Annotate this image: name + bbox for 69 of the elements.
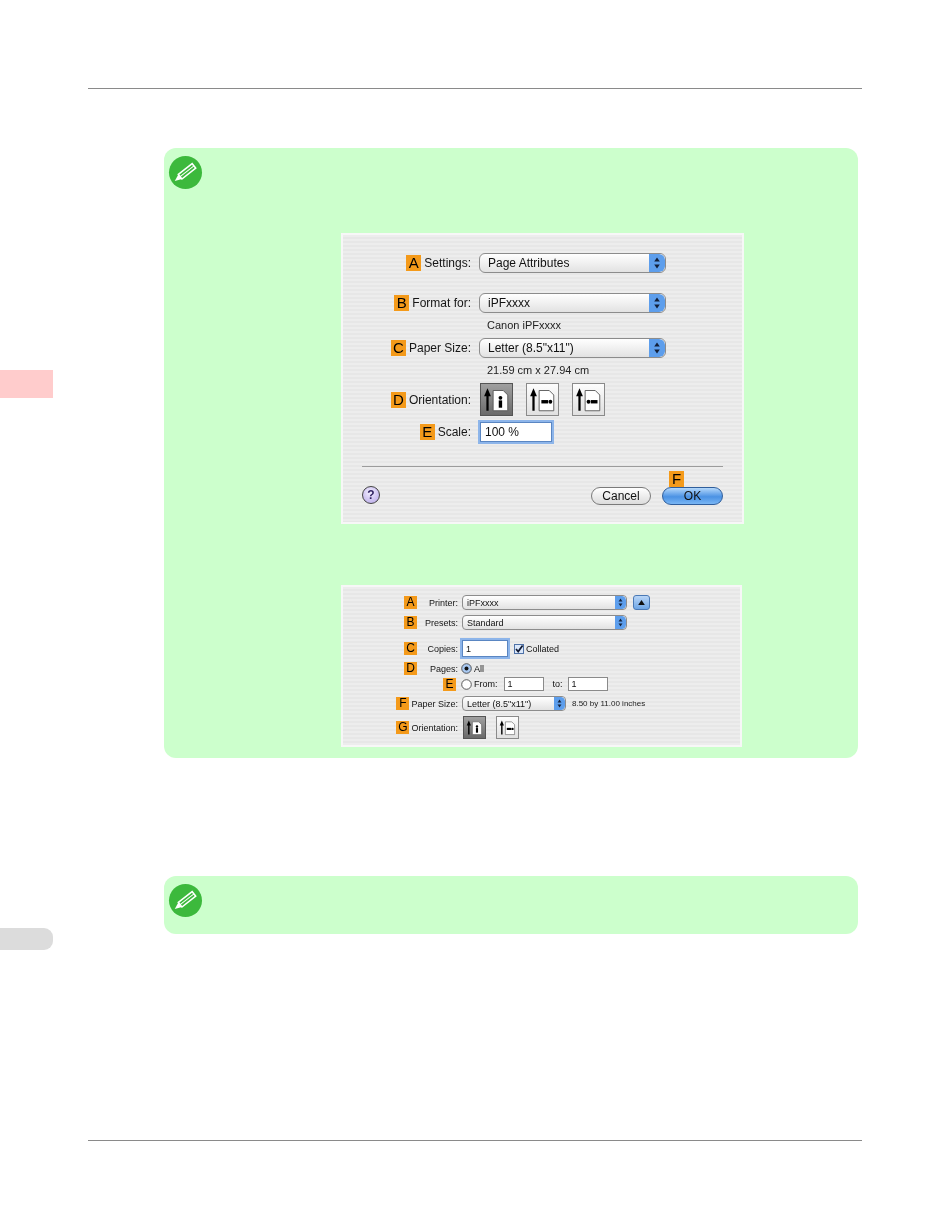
callout-label: B — [394, 295, 410, 311]
callout-label: G — [396, 721, 410, 734]
landscape-orientation-icon — [529, 386, 556, 413]
field-label: Paper Size: — [411, 698, 458, 709]
pencil-icon — [168, 883, 203, 918]
dropdown[interactable]: iPFxxxx — [479, 293, 666, 313]
field-label: Scale: — [437, 425, 471, 439]
field-label: Settings: — [424, 256, 471, 270]
portrait-orientation-icon — [466, 719, 483, 736]
text-field[interactable]: 100 % — [480, 422, 552, 442]
callout-label: A — [404, 596, 417, 609]
stepper-icon — [649, 254, 665, 272]
help-button[interactable]: ? — [362, 486, 380, 504]
helper-text: 8.50 by 11.00 inches — [572, 699, 646, 708]
radio-label: From: — [474, 679, 498, 689]
orientation-button[interactable] — [463, 716, 486, 739]
callout-label: D — [404, 662, 417, 675]
text-field[interactable]: 1 — [462, 640, 508, 657]
section-marker — [0, 370, 53, 398]
callout-label: B — [404, 616, 417, 629]
field-label: Copies: — [426, 643, 458, 654]
callout-label: E — [419, 424, 435, 440]
text-field[interactable]: 1 — [567, 677, 608, 691]
radio-button[interactable] — [461, 663, 472, 674]
callout-label: F — [396, 697, 410, 710]
callout-label: E — [443, 677, 456, 691]
field-label: Printer: — [428, 597, 458, 608]
helper-text: Canon iPFxxxx — [487, 318, 561, 332]
field-label: Orientation: — [408, 392, 471, 407]
field-label: Pages: — [428, 663, 458, 674]
landscape-orientation-icon — [499, 719, 516, 736]
text-field[interactable]: 1 — [503, 677, 544, 691]
field-label: to: — [552, 679, 563, 689]
field-label: Orientation: — [411, 722, 458, 733]
page-marker — [0, 928, 53, 950]
stepper-icon — [615, 596, 626, 609]
dropdown[interactable]: Letter (8.5"x11") — [479, 338, 666, 358]
disclosure-button[interactable] — [633, 595, 650, 610]
orientation-button[interactable] — [526, 383, 559, 416]
dropdown[interactable]: Page Attributes — [479, 253, 666, 273]
stepper-icon — [649, 294, 665, 312]
dropdown[interactable]: Letter (8.5"x11") — [462, 696, 566, 711]
callout-label: C — [404, 642, 417, 655]
stepper-icon — [615, 616, 626, 629]
radio-button[interactable] — [461, 678, 472, 690]
field-label: Presets: — [424, 617, 458, 628]
orientation-button[interactable] — [496, 716, 519, 739]
checkbox[interactable] — [514, 643, 524, 654]
orientation-button[interactable] — [480, 383, 513, 416]
field-label: Format for: — [412, 296, 471, 310]
callout-label: A — [406, 255, 422, 271]
dialog-button[interactable]: Cancel — [591, 487, 651, 505]
radio-label: All — [474, 663, 484, 674]
orientation-button[interactable] — [572, 383, 605, 416]
stepper-icon — [554, 697, 565, 710]
reverse-landscape-orientation-icon — [575, 386, 602, 413]
callout-label: F — [669, 471, 684, 487]
callout-label: C — [390, 340, 406, 356]
portrait-orientation-icon — [483, 386, 510, 413]
triangle-icon — [638, 600, 645, 605]
pencil-icon — [168, 155, 203, 190]
dropdown[interactable]: iPFxxxx — [462, 595, 627, 610]
callout-label: D — [390, 391, 406, 408]
dropdown[interactable]: Standard — [462, 615, 627, 630]
checkbox-label: Collated — [526, 643, 560, 654]
dialog-button[interactable]: OK — [662, 487, 723, 505]
stepper-icon — [649, 339, 665, 357]
helper-text: 21.59 cm x 27.94 cm — [487, 363, 590, 377]
field-label: Paper Size: — [408, 341, 471, 355]
